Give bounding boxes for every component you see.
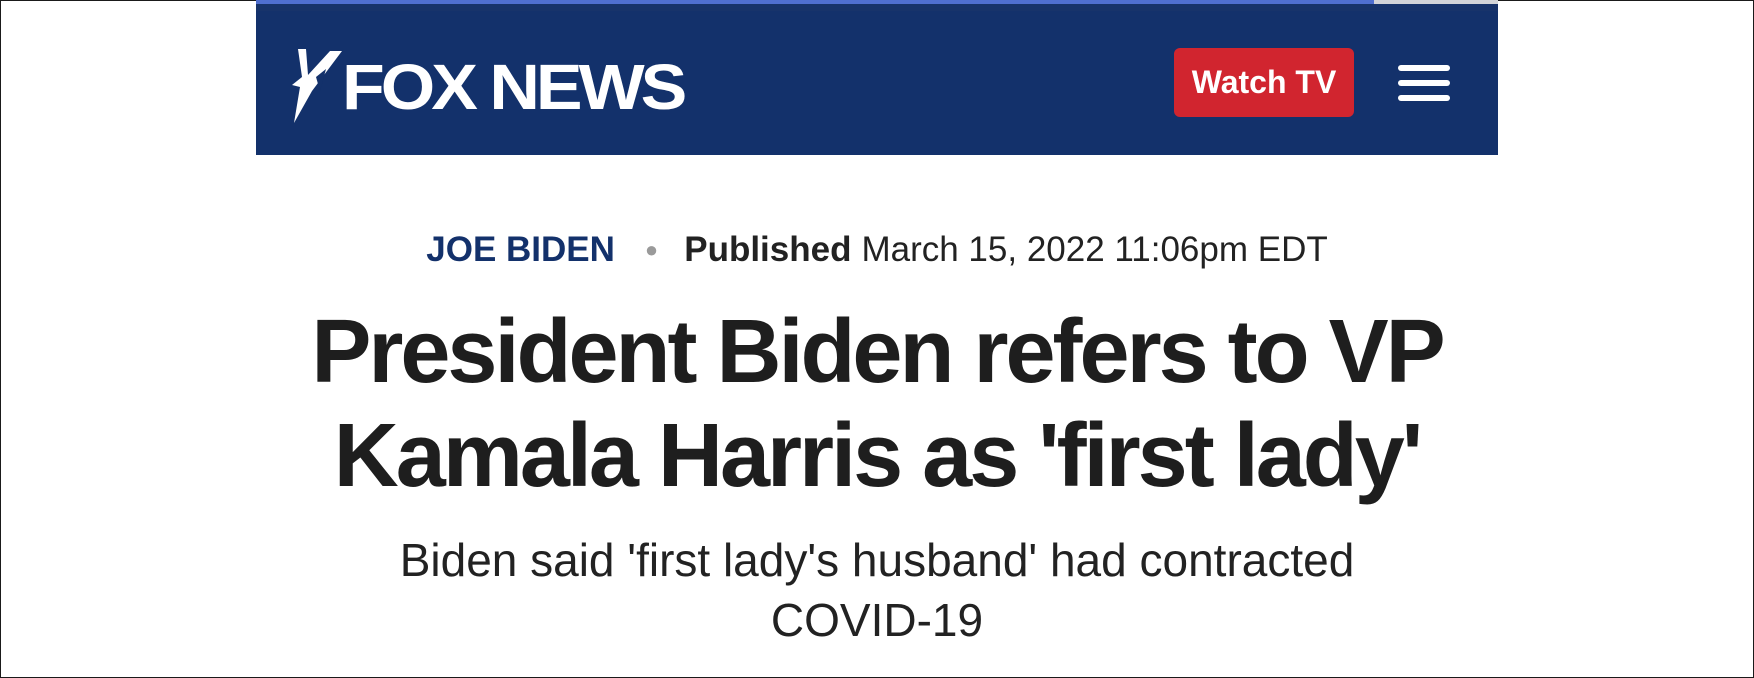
- watch-tv-button[interactable]: Watch TV: [1174, 48, 1354, 117]
- hamburger-icon[interactable]: [1398, 65, 1450, 101]
- lightning-icon: [292, 49, 342, 123]
- top-accent-bar: [256, 0, 1498, 11]
- article-page: FOX NEWS Watch TV JOE BIDEN ● Published …: [256, 0, 1498, 678]
- site-header: FOX NEWS Watch TV: [256, 11, 1498, 155]
- article-meta: JOE BIDEN ● Published March 15, 2022 11:…: [256, 228, 1498, 272]
- published-label: Published: [684, 230, 852, 269]
- logo-wordmark: FOX NEWS: [342, 51, 687, 123]
- separator-dot: ●: [644, 237, 659, 262]
- fox-news-logo[interactable]: FOX NEWS: [290, 47, 687, 127]
- published-date: March 15, 2022 11:06pm EDT: [861, 230, 1328, 269]
- article-headline: President Biden refers to VP Kamala Harr…: [311, 302, 1445, 506]
- article-subheadline: Biden said 'first lady's husband' had co…: [399, 534, 1355, 646]
- category-link[interactable]: JOE BIDEN: [426, 230, 615, 270]
